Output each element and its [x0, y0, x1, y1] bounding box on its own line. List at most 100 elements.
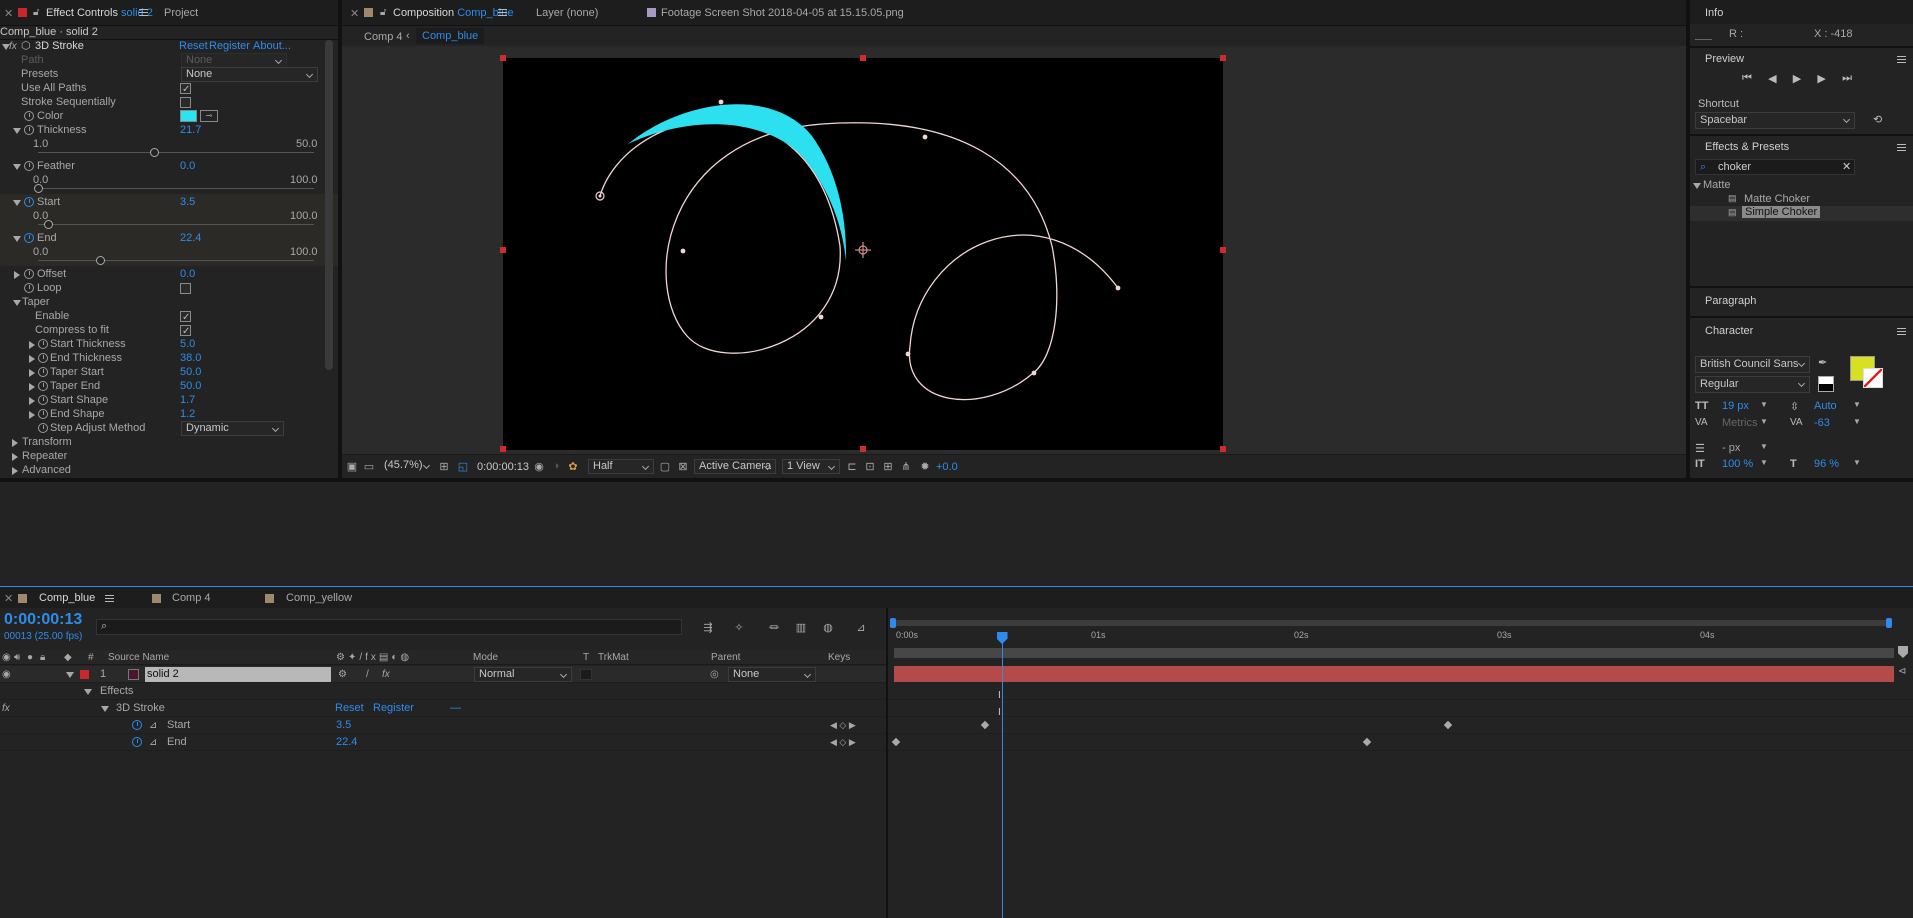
dropdown-arrow-icon[interactable]: ▼ — [1853, 417, 1861, 426]
font-family-dropdown[interactable]: British Council Sans — [1695, 356, 1810, 373]
matte-category[interactable]: Matte — [1703, 179, 1731, 191]
eyedropper-icon[interactable]: ✒ — [1818, 356, 1827, 369]
stopwatch-icon[interactable] — [24, 197, 34, 207]
start-slider[interactable] — [38, 220, 314, 229]
timeline-timecode[interactable]: 0:00:00:13 — [4, 611, 82, 629]
keyframe-nav-icon[interactable]: ◀ ◇ ▶ — [830, 717, 856, 734]
frame-blend-icon[interactable]: ▥ — [793, 620, 809, 634]
timeline-tab-comp-yellow[interactable]: Comp_yellow — [286, 592, 352, 604]
tab-project[interactable]: Project — [164, 7, 198, 19]
end-property-value[interactable]: 22.4 — [336, 734, 357, 751]
stroke-color-swatch[interactable] — [1863, 368, 1883, 388]
blend-mode-dropdown[interactable]: Normal — [474, 667, 572, 682]
end-slider-knob[interactable] — [95, 256, 105, 265]
expand-triangle-icon[interactable] — [29, 397, 35, 405]
comp-mini-flowchart-icon[interactable]: ⇶ — [700, 620, 716, 634]
eye-icon[interactable]: ◉ — [2, 650, 11, 665]
last-frame-icon[interactable]: ⏭︎ — [1842, 72, 1852, 86]
switches-icon[interactable]: ⚙✦/fx▤◐◍ — [336, 650, 412, 665]
stopwatch-icon[interactable] — [24, 111, 34, 121]
stopwatch-icon[interactable] — [24, 283, 34, 293]
graph-icon[interactable]: ⊿ — [149, 717, 157, 734]
dropdown-arrow-icon[interactable]: ▼ — [1853, 458, 1861, 467]
fx-icon[interactable]: fx — [2, 700, 10, 717]
fx-switch-icon[interactable]: fx — [382, 666, 390, 683]
expand-triangle-icon[interactable] — [12, 439, 18, 447]
time-graph[interactable]: 0:00s 01s 02s 03s 04s ⊲ I I — [888, 608, 1913, 918]
panel-menu-icon[interactable] — [1897, 328, 1906, 335]
solo-icon[interactable]: ● — [27, 650, 33, 665]
keyframe-icon[interactable] — [981, 720, 990, 730]
expand-triangle-icon[interactable] — [13, 300, 21, 306]
black-white-icon[interactable] — [1818, 376, 1834, 392]
expand-triangle-icon[interactable] — [14, 271, 20, 279]
prev-frame-icon[interactable]: ◀︎ — [1768, 72, 1776, 86]
expand-triangle-icon[interactable] — [29, 355, 35, 363]
scrollbar[interactable] — [325, 40, 333, 370]
compress-checkbox[interactable] — [180, 323, 191, 340]
next-frame-icon[interactable]: ▶︎ — [1817, 72, 1825, 86]
timeline-register-link[interactable]: Register — [373, 700, 414, 717]
stopwatch-icon[interactable] — [24, 125, 34, 135]
panel-menu-icon[interactable] — [498, 9, 507, 16]
dropdown-arrow-icon[interactable]: ▼ — [1760, 400, 1768, 409]
pixel-aspect-icon[interactable]: ⊏ — [845, 459, 859, 473]
fit-icon[interactable]: ⊞ — [437, 459, 451, 473]
timeline-search-input[interactable]: ⌕ — [96, 619, 682, 635]
panel-menu-icon[interactable] — [1897, 144, 1906, 151]
transparency-grid-icon[interactable]: ⊠ — [676, 459, 690, 473]
thickness-slider[interactable] — [38, 148, 314, 157]
font-style-dropdown[interactable]: Regular — [1695, 376, 1810, 393]
keyframe-nav-icon[interactable]: ◀ ◇ ▶ — [830, 734, 856, 751]
lock-icon[interactable]: 🔒︎ — [40, 650, 45, 665]
timeline-tab-comp4[interactable]: Comp 4 — [172, 592, 211, 604]
stopwatch-icon[interactable] — [38, 367, 48, 377]
mask-visibility-icon[interactable]: ◱ — [456, 459, 470, 473]
eyedropper-icon[interactable]: ⊸ — [200, 110, 218, 122]
stopwatch-icon[interactable] — [38, 381, 48, 391]
expand-triangle-icon[interactable] — [66, 672, 74, 678]
panel-menu-icon[interactable] — [105, 595, 114, 602]
panel-menu-icon[interactable] — [1897, 56, 1906, 63]
preserve-transparency-toggle[interactable] — [580, 669, 592, 680]
stopwatch-icon[interactable] — [38, 409, 48, 419]
stroke-seq-checkbox[interactable] — [180, 97, 191, 108]
region-of-interest-icon[interactable]: ▢ — [658, 459, 672, 473]
shy-icon[interactable]: ⏛ — [766, 620, 782, 634]
close-icon[interactable]: ✕ — [4, 7, 13, 20]
timeline-icon[interactable]: ⊞ — [881, 459, 895, 473]
audio-icon[interactable]: 🔊︎ — [14, 650, 20, 665]
expand-triangle-icon[interactable] — [29, 341, 35, 349]
start-property-value[interactable]: 3.5 — [336, 717, 351, 734]
color-swatch[interactable] — [180, 110, 197, 122]
tab-layer[interactable]: Layer (none) — [536, 7, 598, 19]
simple-choker-item[interactable]: Simple Choker — [1742, 206, 1821, 218]
thickness-slider-knob[interactable] — [149, 148, 159, 157]
dropdown-arrow-icon[interactable]: ▼ — [1760, 442, 1768, 451]
layer-row[interactable]: ◉ 1 solid 2 ⚙ / fx Normal ◎ None — [0, 666, 888, 683]
stopwatch-icon[interactable] — [38, 353, 48, 363]
expand-triangle-icon[interactable] — [101, 706, 109, 712]
stopwatch-icon[interactable] — [24, 233, 34, 243]
paragraph-title[interactable]: Paragraph — [1705, 295, 1756, 307]
color-channels-icon[interactable]: ✿ — [566, 459, 580, 473]
stopwatch-icon[interactable] — [38, 339, 48, 349]
breadcrumb-comp-blue[interactable]: Comp_blue — [416, 28, 485, 44]
resolution-dropdown[interactable]: Half — [588, 459, 654, 474]
use-all-paths-checkbox[interactable] — [180, 81, 191, 98]
zoom-dropdown[interactable]: (45.7%) — [380, 459, 434, 474]
expand-triangle-icon[interactable] — [84, 689, 92, 695]
timeline-reset-link[interactable]: Reset — [335, 700, 364, 717]
stroke-width-value[interactable]: - px — [1722, 442, 1740, 454]
vertical-scale-value[interactable]: 100 % — [1722, 458, 1753, 470]
expand-triangle-icon[interactable] — [13, 236, 21, 242]
expand-triangle-icon[interactable] — [1693, 183, 1701, 189]
always-preview-icon[interactable]: ▣ — [345, 459, 359, 473]
dropdown-arrow-icon[interactable]: ▼ — [1760, 417, 1768, 426]
view-layout-dropdown[interactable]: 1 View — [782, 459, 840, 474]
exposure-value[interactable]: +0.0 — [936, 461, 958, 473]
draft-3d-icon[interactable]: ✧ — [731, 620, 747, 634]
layer-label-color[interactable] — [80, 670, 89, 679]
tab-composition[interactable]: Composition Comp_blue — [393, 7, 513, 19]
work-area-end-icon[interactable] — [1898, 646, 1908, 658]
